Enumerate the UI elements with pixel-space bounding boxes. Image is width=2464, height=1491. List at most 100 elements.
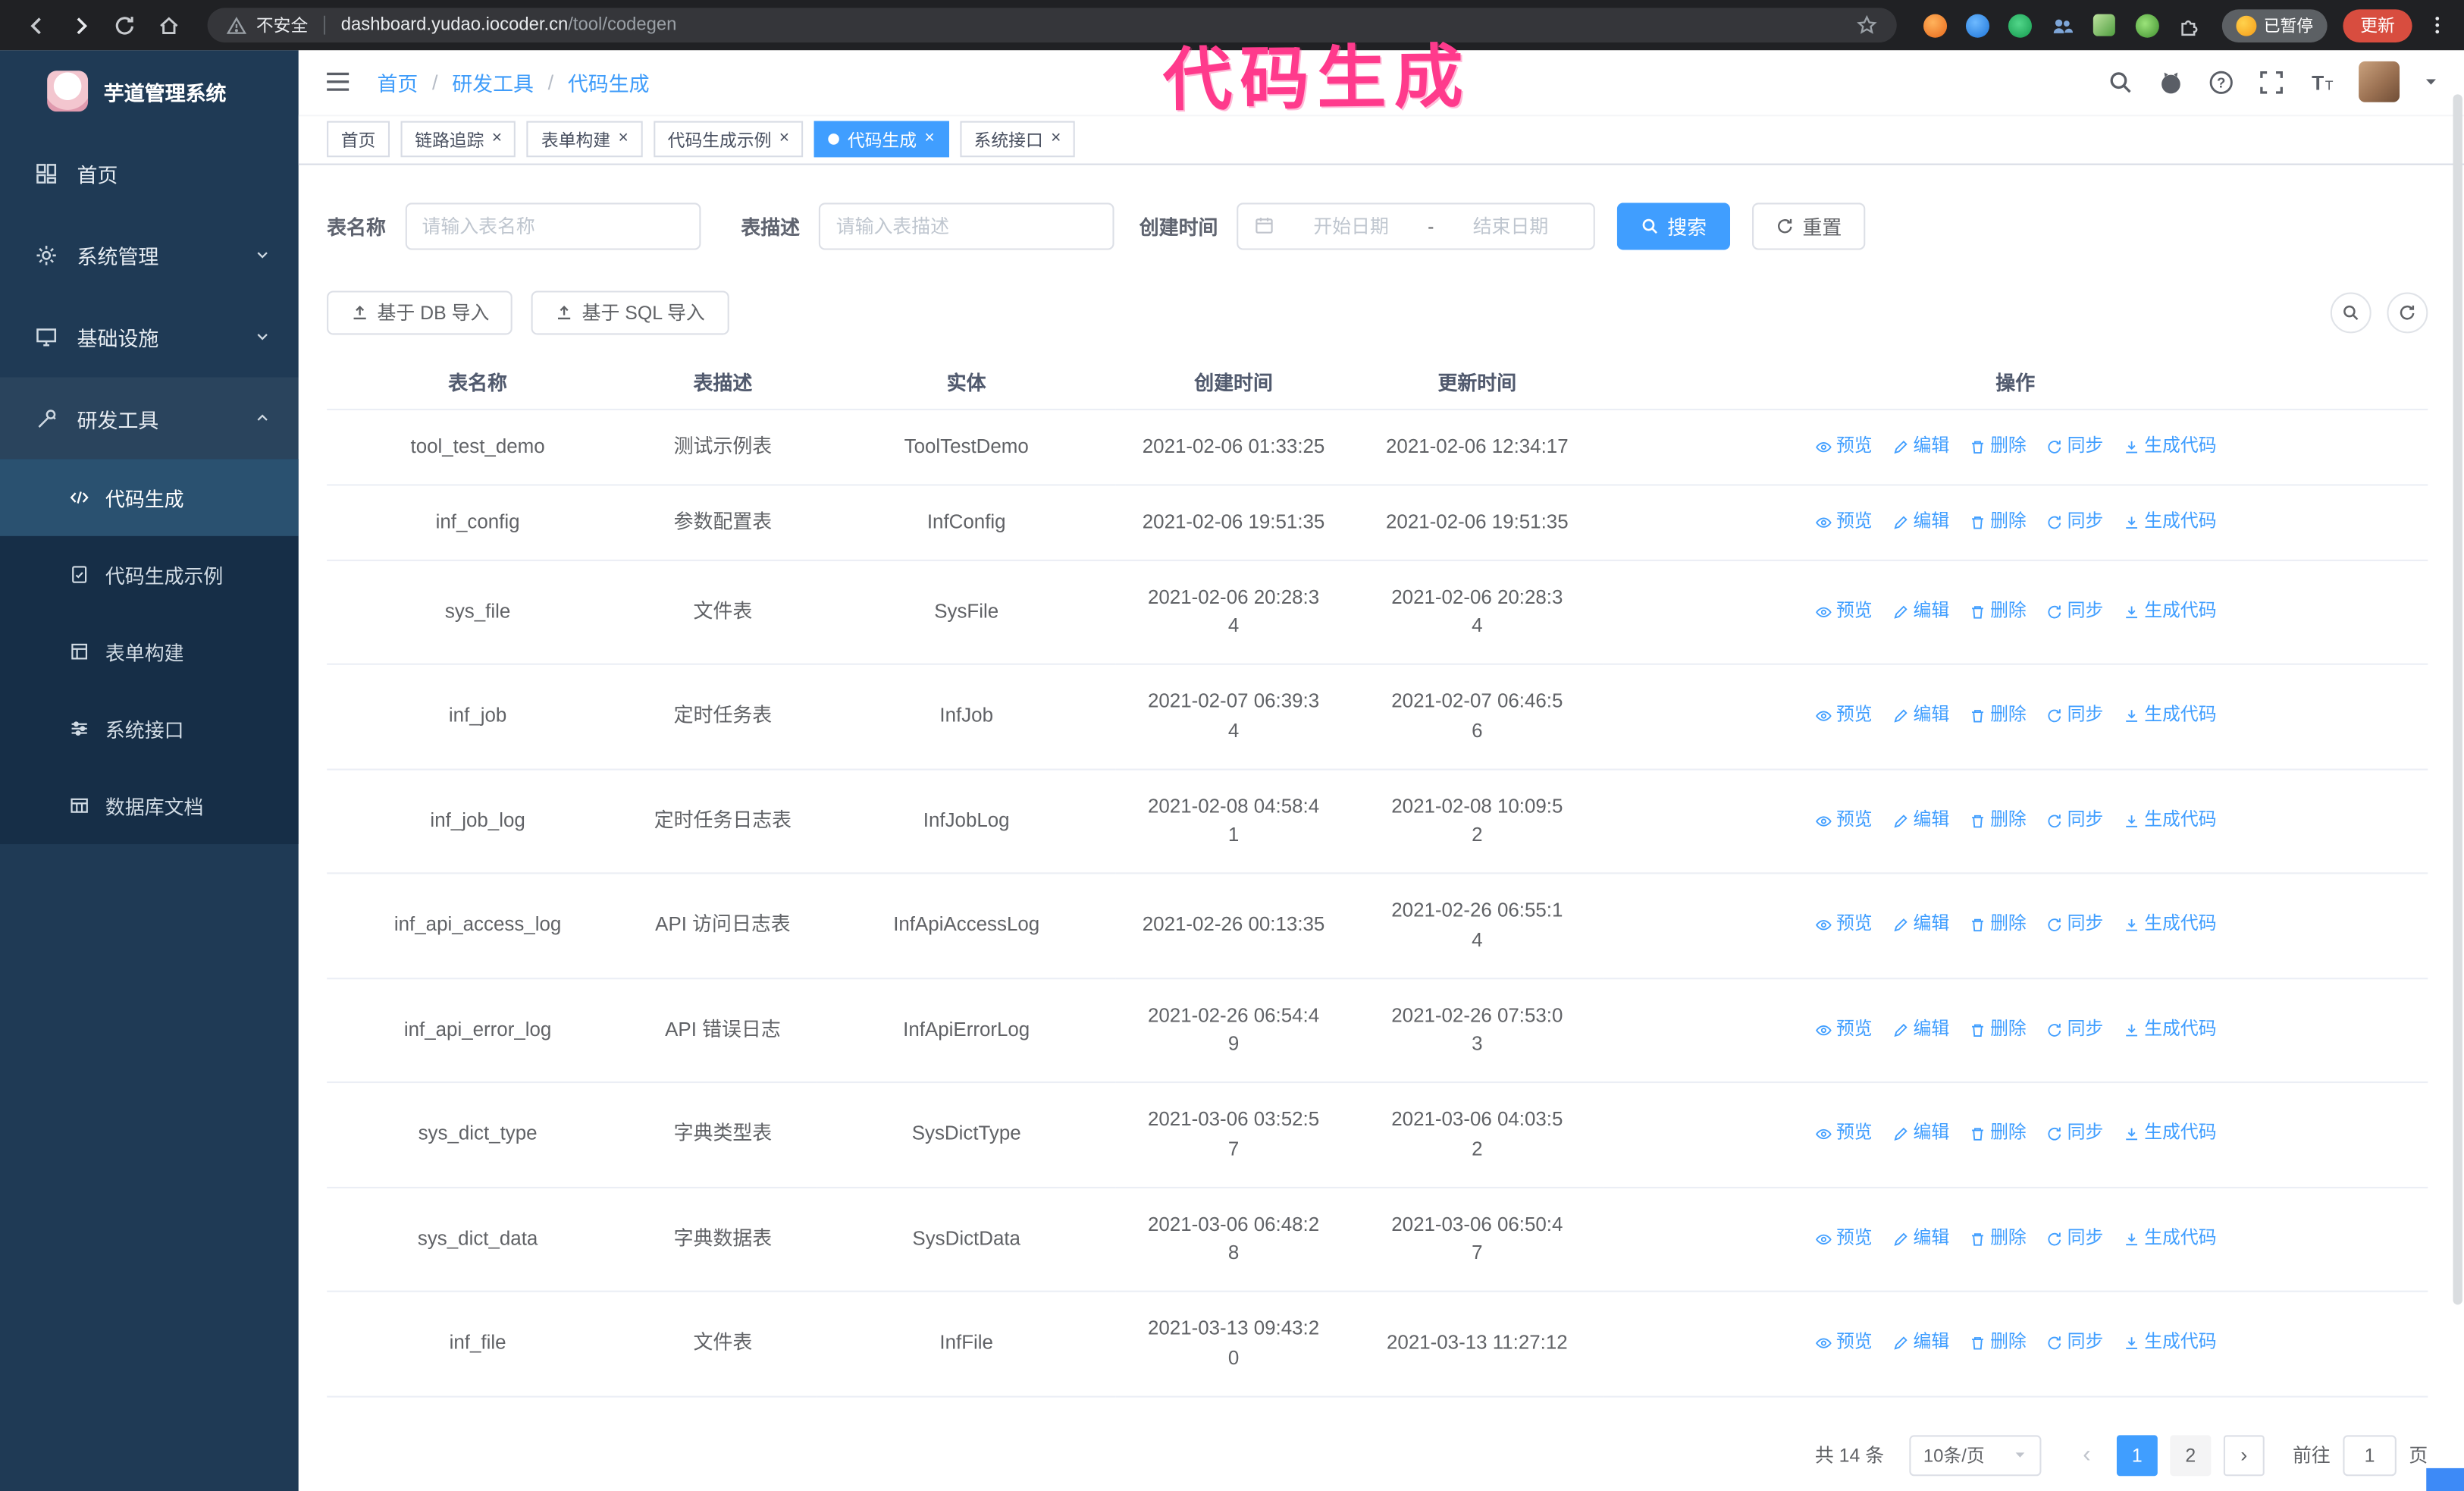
preview-action[interactable]: 预览 bbox=[1814, 1121, 1873, 1148]
goto-page-input[interactable] bbox=[2343, 1434, 2397, 1476]
extension-icon-3[interactable] bbox=[2000, 5, 2039, 45]
generate-code-action[interactable]: 生成代码 bbox=[2122, 703, 2217, 730]
extension-icon-2[interactable] bbox=[1958, 5, 1997, 45]
delete-action[interactable]: 删除 bbox=[1968, 509, 2027, 536]
delete-action[interactable]: 删除 bbox=[1968, 598, 2027, 626]
extension-icon-1[interactable] bbox=[1915, 5, 1955, 45]
sidebar-item-db-doc[interactable]: 数据库文档 bbox=[0, 767, 299, 844]
edit-action[interactable]: 编辑 bbox=[1891, 1121, 1949, 1148]
delete-action[interactable]: 删除 bbox=[1968, 703, 2027, 730]
sync-action[interactable]: 同步 bbox=[2045, 703, 2103, 730]
search-icon[interactable] bbox=[2107, 69, 2133, 96]
hamburger-icon[interactable] bbox=[324, 68, 352, 96]
extension-icon-6[interactable] bbox=[2127, 5, 2166, 45]
preview-action[interactable]: 预览 bbox=[1814, 912, 1873, 939]
preview-action[interactable]: 预览 bbox=[1814, 1330, 1873, 1358]
sidebar-item-codegen[interactable]: 代码生成 bbox=[0, 459, 299, 536]
preview-action[interactable]: 预览 bbox=[1814, 1016, 1873, 1044]
sidebar-item-infra[interactable]: 基础设施 bbox=[0, 296, 299, 378]
reset-button[interactable]: 重置 bbox=[1752, 202, 1866, 250]
page-button-1[interactable]: 1 bbox=[2116, 1434, 2158, 1476]
prev-page-button[interactable]: ‹ bbox=[2070, 1434, 2105, 1475]
generate-code-action[interactable]: 生成代码 bbox=[2122, 1226, 2217, 1253]
sync-action[interactable]: 同步 bbox=[2045, 1226, 2103, 1253]
import-db-button[interactable]: 基于 DB 导入 bbox=[327, 290, 513, 334]
edit-action[interactable]: 编辑 bbox=[1891, 808, 1949, 835]
sync-action[interactable]: 同步 bbox=[2045, 1121, 2103, 1148]
generate-code-action[interactable]: 生成代码 bbox=[2122, 1121, 2217, 1148]
tab-codegen-example[interactable]: 代码生成示例 × bbox=[653, 121, 804, 158]
breadcrumb-home[interactable]: 首页 bbox=[377, 67, 418, 97]
preview-action[interactable]: 预览 bbox=[1814, 598, 1873, 626]
sync-action[interactable]: 同步 bbox=[2045, 1016, 2103, 1044]
import-sql-button[interactable]: 基于 SQL 导入 bbox=[531, 290, 729, 334]
sidebar-item-system[interactable]: 系统管理 bbox=[0, 214, 299, 296]
extensions-puzzle-icon[interactable] bbox=[2169, 5, 2209, 45]
breadcrumb-devtools[interactable]: 研发工具 bbox=[452, 67, 534, 97]
edit-action[interactable]: 编辑 bbox=[1891, 1330, 1949, 1358]
sync-action[interactable]: 同步 bbox=[2045, 808, 2103, 835]
reload-button[interactable] bbox=[104, 5, 145, 46]
back-button[interactable] bbox=[16, 5, 57, 46]
close-icon[interactable]: × bbox=[618, 130, 628, 148]
edit-action[interactable]: 编辑 bbox=[1891, 703, 1949, 730]
generate-code-action[interactable]: 生成代码 bbox=[2122, 434, 2217, 461]
tab-system-api[interactable]: 系统接口 × bbox=[959, 121, 1076, 158]
sidebar-item-system-api[interactable]: 系统接口 bbox=[0, 690, 299, 767]
browser-menu-icon[interactable] bbox=[2426, 14, 2448, 36]
edit-action[interactable]: 编辑 bbox=[1891, 1016, 1949, 1044]
sync-action[interactable]: 同步 bbox=[2045, 1330, 2103, 1358]
table-desc-input[interactable] bbox=[818, 202, 1114, 250]
toggle-search-button[interactable] bbox=[2330, 291, 2372, 333]
close-icon[interactable]: × bbox=[924, 130, 934, 148]
browser-update-button[interactable]: 更新 bbox=[2343, 8, 2412, 42]
preview-action[interactable]: 预览 bbox=[1814, 703, 1873, 730]
delete-action[interactable]: 删除 bbox=[1968, 1016, 2027, 1044]
tab-home[interactable]: 首页 bbox=[327, 121, 390, 158]
table-name-input[interactable] bbox=[404, 202, 701, 250]
preview-action[interactable]: 预览 bbox=[1814, 509, 1873, 536]
close-icon[interactable]: × bbox=[492, 130, 502, 148]
preview-action[interactable]: 预览 bbox=[1814, 1226, 1873, 1253]
sidebar-item-form-builder[interactable]: 表单构建 bbox=[0, 613, 299, 690]
edit-action[interactable]: 编辑 bbox=[1891, 1226, 1949, 1253]
refresh-table-button[interactable] bbox=[2387, 291, 2428, 333]
edit-action[interactable]: 编辑 bbox=[1891, 598, 1949, 626]
paused-badge[interactable]: 已暂停 bbox=[2221, 8, 2328, 42]
delete-action[interactable]: 删除 bbox=[1968, 912, 2027, 939]
address-bar[interactable]: 不安全 dashboard.yudao.iocoder.cn/tool/code… bbox=[207, 8, 1896, 42]
extension-icon-4[interactable] bbox=[2042, 5, 2081, 45]
date-range-picker[interactable]: 开始日期 - 结束日期 bbox=[1237, 202, 1595, 250]
edit-action[interactable]: 编辑 bbox=[1891, 434, 1949, 461]
page-size-select[interactable]: 10条/页 bbox=[1909, 1434, 2042, 1476]
generate-code-action[interactable]: 生成代码 bbox=[2122, 509, 2217, 536]
preview-action[interactable]: 预览 bbox=[1814, 434, 1873, 461]
generate-code-action[interactable]: 生成代码 bbox=[2122, 598, 2217, 626]
close-icon[interactable]: × bbox=[1051, 130, 1061, 148]
user-avatar[interactable] bbox=[2359, 61, 2400, 103]
delete-action[interactable]: 删除 bbox=[1968, 1121, 2027, 1148]
delete-action[interactable]: 删除 bbox=[1968, 808, 2027, 835]
extension-icon-5[interactable] bbox=[2084, 5, 2124, 45]
delete-action[interactable]: 删除 bbox=[1968, 1330, 2027, 1358]
forward-button[interactable] bbox=[60, 5, 101, 46]
sync-action[interactable]: 同步 bbox=[2045, 434, 2103, 461]
generate-code-action[interactable]: 生成代码 bbox=[2122, 1016, 2217, 1044]
sidebar-item-home[interactable]: 首页 bbox=[0, 132, 299, 214]
close-icon[interactable]: × bbox=[779, 130, 789, 148]
scrollbar-thumb[interactable] bbox=[2453, 94, 2462, 1305]
delete-action[interactable]: 删除 bbox=[1968, 1226, 2027, 1253]
edit-action[interactable]: 编辑 bbox=[1891, 509, 1949, 536]
next-page-button[interactable]: › bbox=[2223, 1434, 2265, 1476]
avatar-caret-down-icon[interactable] bbox=[2423, 74, 2439, 90]
preview-action[interactable]: 预览 bbox=[1814, 808, 1873, 835]
fullscreen-icon[interactable] bbox=[2258, 69, 2284, 96]
edit-action[interactable]: 编辑 bbox=[1891, 912, 1949, 939]
sidebar-item-devtools[interactable]: 研发工具 bbox=[0, 377, 299, 460]
page-button-2[interactable]: 2 bbox=[2170, 1434, 2212, 1476]
bookmark-star-icon[interactable] bbox=[1855, 14, 1877, 36]
sync-action[interactable]: 同步 bbox=[2045, 509, 2103, 536]
home-button[interactable] bbox=[148, 5, 189, 46]
sync-action[interactable]: 同步 bbox=[2045, 598, 2103, 626]
tab-codegen[interactable]: 代码生成 × bbox=[814, 121, 949, 158]
